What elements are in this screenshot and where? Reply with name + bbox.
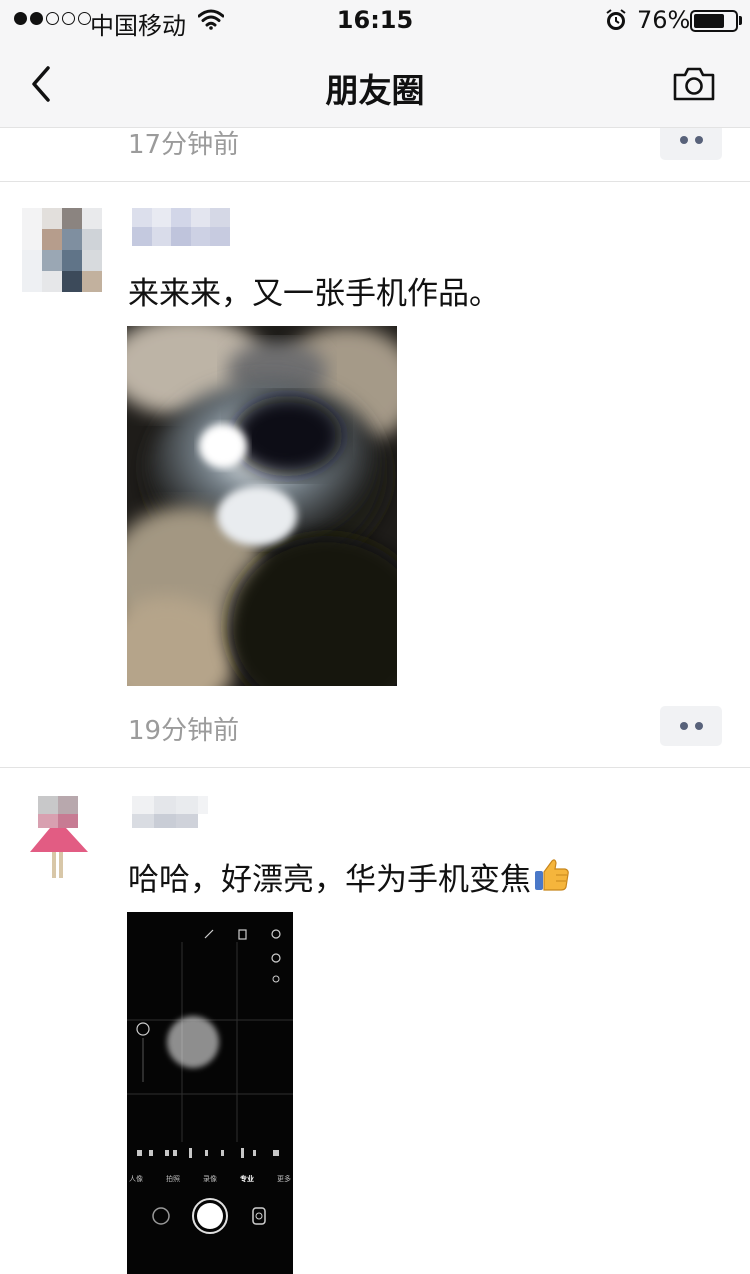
battery-icon [690,10,738,32]
post-1-time: 19分钟前 [128,716,240,746]
more-dot [694,722,703,730]
camera-mode-portrait[interactable]: 人像 [129,1174,143,1184]
battery-cap [739,16,742,25]
previous-post-time: 17分钟前 [128,130,240,160]
moments-screen: 17分钟前 来来来，又一张手机作品。 19分钟前 哈哈，好漂亮，华为手机变焦 人… [0,0,750,1274]
thumbs-up-emoji [533,856,571,902]
more-dot [694,136,703,144]
post-1-author-name-blurred[interactable] [132,208,230,246]
camera-icon[interactable] [672,66,716,102]
post-2-photo-camera-screenshot[interactable]: 人像 拍照 录像 专业 更多 [127,912,293,1274]
post-divider [0,767,750,768]
post-2-avatar[interactable] [22,796,102,880]
post-1-avatar[interactable] [22,208,102,292]
more-dots-icon [679,722,688,730]
camera-mode-photo[interactable]: 拍照 [166,1174,180,1184]
battery-percent: 76% [637,6,691,34]
post-1-more-button[interactable] [660,706,722,746]
post-2-text: 哈哈，好漂亮，华为手机变焦 [128,854,571,902]
navigation-bar: 朋友圈 [0,40,750,128]
top-bar: 中国移动 16:15 76% 朋友圈 [0,0,750,128]
status-bar: 中国移动 16:15 76% [0,0,750,40]
camera-mode-video[interactable]: 录像 [203,1174,217,1184]
post-1-photo-eclipse[interactable] [127,326,397,686]
post-1-text: 来来来，又一张手机作品。 [128,276,500,312]
camera-mode-more[interactable]: 更多 [277,1174,291,1184]
battery-level-fill [694,14,725,28]
post-2-text-content: 哈哈，好漂亮，华为手机变焦 [128,862,531,898]
camera-mode-pro[interactable]: 专业 [240,1174,254,1184]
post-2-author-name-blurred[interactable] [132,796,230,834]
more-dots-icon [679,136,688,144]
post-divider [0,181,750,182]
alarm-icon [604,8,628,38]
camera-mode-bar: 人像 拍照 录像 专业 更多 [127,1174,293,1184]
page-title: 朋友圈 [325,71,425,110]
